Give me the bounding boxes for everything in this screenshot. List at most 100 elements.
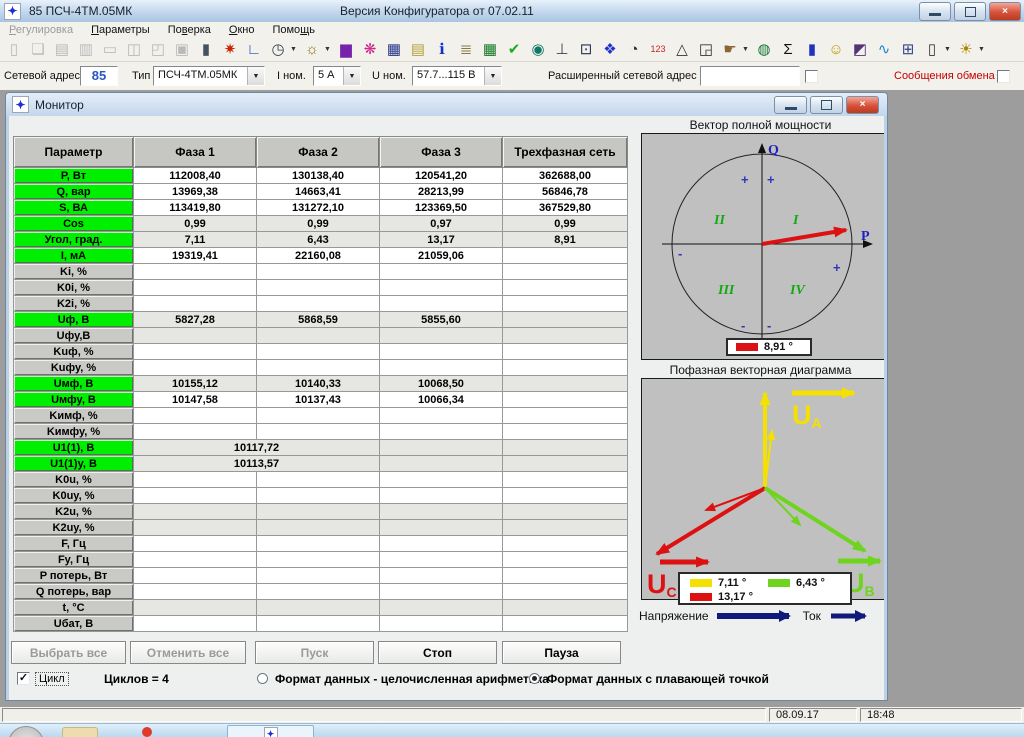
net-address-field[interactable]: 85 (80, 66, 118, 86)
chevron-down-icon[interactable]: ▼ (484, 67, 501, 85)
param-label-18[interactable]: U1(1)у, В (13, 455, 134, 472)
notepad-icon[interactable]: ▤ (406, 39, 430, 60)
monitor-eye-icon[interactable]: ◉ (526, 39, 550, 60)
monitor-close-button[interactable]: × (846, 96, 879, 114)
protocol-icon[interactable]: ≣ (454, 39, 478, 60)
inom-combobox[interactable]: 5 А ▼ (313, 66, 361, 86)
close-button[interactable]: × (989, 2, 1021, 21)
param-label-4[interactable]: Угол, град. (13, 231, 134, 248)
start-button[interactable] (8, 726, 44, 737)
param-value (133, 471, 257, 488)
param-label-7[interactable]: K0i, % (13, 279, 134, 296)
lamp2-icon-dropdown[interactable]: ▼ (978, 46, 988, 53)
param-label-19[interactable]: K0u, % (13, 471, 134, 488)
menu-item-4[interactable]: Помощь (263, 23, 324, 37)
integer-format-radio[interactable] (257, 673, 268, 684)
zoom-window-icon[interactable]: ◲ (694, 39, 718, 60)
param-label-22[interactable]: K2uу, % (13, 519, 134, 536)
red-star-icon[interactable]: ✷ (218, 39, 242, 60)
chevron-down-icon[interactable]: ▼ (247, 67, 264, 85)
param-label-6[interactable]: Ki, % (13, 263, 134, 280)
minimize-button[interactable] (919, 2, 951, 21)
ext-address-checkbox[interactable] (805, 70, 818, 83)
connection-icon[interactable]: ∟ (242, 39, 266, 60)
numbers-123-icon[interactable]: 123 (646, 39, 670, 60)
param-label-27[interactable]: t, °C (13, 599, 134, 616)
param-label-17[interactable]: U1(1), В (13, 439, 134, 456)
param-label-12[interactable]: Kuфу, % (13, 359, 134, 376)
lamp-icon[interactable]: ☼ (300, 39, 324, 60)
param-label-23[interactable]: F, Гц (13, 535, 134, 552)
param-label-15[interactable]: Kимф, % (13, 407, 134, 424)
hand-pointer-icon-dropdown[interactable]: ▼ (742, 46, 752, 53)
type-combobox[interactable]: ПСЧ-4ТМ.05МК ▼ (153, 66, 265, 86)
param-label-0[interactable]: P, Вт (13, 167, 134, 184)
calendar-chart-icon[interactable]: ▦ (382, 39, 406, 60)
param-label-26[interactable]: Q потерь, вар (13, 583, 134, 600)
phone-device-icon-dropdown[interactable]: ▼ (944, 46, 954, 53)
param-label-24[interactable]: Fу, Гц (13, 551, 134, 568)
check-icon[interactable]: ✔ (502, 39, 526, 60)
scales-icon[interactable]: ⊥ (550, 39, 574, 60)
quadrant-1-label: I (792, 213, 799, 228)
monitor-minimize-button[interactable] (774, 96, 807, 114)
app-window-icon[interactable]: ❖ (598, 39, 622, 60)
info-icon[interactable]: ℹ (430, 39, 454, 60)
percent-batch-icon[interactable]: ◩ (848, 39, 872, 60)
bar-chart-icon[interactable]: ▆ (334, 39, 358, 60)
smiley-icon[interactable]: ☺ (824, 39, 848, 60)
param-label-2[interactable]: S, ВА (13, 199, 134, 216)
chevron-down-icon[interactable]: ▼ (343, 67, 360, 85)
float-format-radio[interactable] (529, 673, 540, 684)
battery-icon[interactable]: ▮ (800, 39, 824, 60)
alarm-icon[interactable]: △ (670, 39, 694, 60)
param-label-13[interactable]: Uмф, В (13, 375, 134, 392)
cycle-checkbox-label[interactable]: Цикл (35, 672, 69, 686)
float-format-label[interactable]: Формат данных с плавающей точкой (547, 672, 769, 686)
param-label-10[interactable]: Uфу,В (13, 327, 134, 344)
param-label-20[interactable]: K0uу, % (13, 487, 134, 504)
globe-icon[interactable]: ◍ (752, 39, 776, 60)
param-value: 0,97 (379, 215, 503, 232)
restore-button[interactable] (954, 2, 986, 21)
unom-combobox[interactable]: 57.7...115 В ▼ (412, 66, 502, 86)
param-label-8[interactable]: K2i, % (13, 295, 134, 312)
exchange-messages-checkbox[interactable] (997, 70, 1010, 83)
param-label-16[interactable]: Kимфу, % (13, 423, 134, 440)
gauge-icon[interactable]: ◷ (266, 39, 290, 60)
calendar-export-icon[interactable]: ⊞ (896, 39, 920, 60)
cycle-checkbox[interactable]: ✓ (17, 672, 30, 685)
taskbar-active-app-button[interactable]: ✦ (227, 725, 314, 737)
param-value: 362688,00 (502, 167, 628, 184)
stopwatch-icon[interactable]: ◔ (622, 39, 646, 60)
phone-device-icon[interactable]: ▯ (920, 39, 944, 60)
param-label-1[interactable]: Q, вар (13, 183, 134, 200)
param-label-3[interactable]: Cos (13, 215, 134, 232)
pause-button[interactable]: Пауза (502, 641, 621, 664)
menu-item-2[interactable]: Поверка (159, 23, 220, 37)
faucet-icon[interactable]: ∿ (872, 39, 896, 60)
param-label-28[interactable]: Uбат, В (13, 615, 134, 632)
hand-pointer-icon[interactable]: ☛ (718, 39, 742, 60)
table-grid-icon[interactable]: ▦ (478, 39, 502, 60)
param-label-9[interactable]: Uф, В (13, 311, 134, 328)
param-label-25[interactable]: P потерь, Вт (13, 567, 134, 584)
menu-item-0: Регулировка (9, 24, 74, 36)
menu-item-3[interactable]: Окно (220, 23, 264, 37)
stop-button[interactable]: Стоп (378, 641, 497, 664)
integer-format-label[interactable]: Формат данных - целочисленная арифметика (275, 672, 549, 686)
lamp2-icon[interactable]: ☀ (954, 39, 978, 60)
lamp-icon-dropdown[interactable]: ▼ (324, 46, 334, 53)
param-label-11[interactable]: Kuф, % (13, 343, 134, 360)
sigma-icon[interactable]: Σ (776, 39, 800, 60)
palette-icon[interactable]: ❋ (358, 39, 382, 60)
display-icon[interactable]: ⊡ (574, 39, 598, 60)
ext-address-field[interactable] (700, 66, 800, 86)
param-label-5[interactable]: I, мА (13, 247, 134, 264)
menu-item-1[interactable]: Параметры (82, 23, 159, 37)
device-panel-icon[interactable]: ▮ (194, 39, 218, 60)
param-label-21[interactable]: K2u, % (13, 503, 134, 520)
monitor-maximize-button[interactable] (810, 96, 843, 114)
param-label-14[interactable]: Uмфу, В (13, 391, 134, 408)
gauge-icon-dropdown[interactable]: ▼ (290, 46, 300, 53)
